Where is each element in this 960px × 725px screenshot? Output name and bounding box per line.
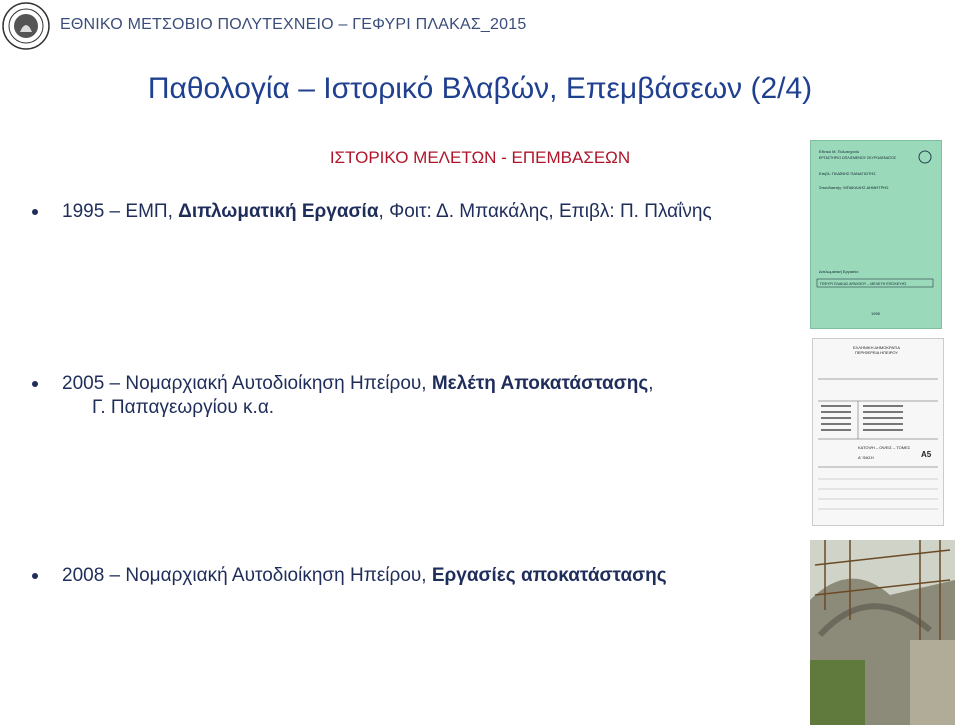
bullet-text: 2008 – Νομαρχιακή Αυτοδιοίκηση Ηπείρου, — [62, 565, 432, 586]
header-title: ΕΘΝΙΚΟ ΜΕΤΣΟΒΙΟ ΠΟΛΥΤΕΧΝΕΙΟ – ΓΕΦΥΡΙ ΠΛΑ… — [60, 16, 527, 33]
university-seal-logo — [2, 2, 50, 50]
bullet-text-line2: Γ. Παπαγεωργίου κ.α. — [92, 397, 275, 418]
sheet-line: Α' ΦΑΣΗ — [858, 455, 874, 460]
thesis-line: Σπουδαστής: ΜΠΑΚΑΛΗΣ ΔΗΜΗΤΡΗΣ — [819, 185, 889, 190]
sheet-line: Α5 — [921, 450, 932, 459]
sheet-line: ΚΑΤΟΨΗ – ΟΨΕΙΣ – ΤΟΜΕΣ — [858, 445, 911, 450]
bullet-text: 1995 – ΕΜΠ, — [62, 201, 179, 222]
restoration-photo — [810, 540, 955, 725]
bullet-bold-text: Μελέτη Αποκατάστασης — [431, 373, 649, 394]
bullet-bold-text: Διπλωματική Εργασία — [178, 201, 379, 222]
page-title: Παθολογία – Ιστορικό Βλαβών, Επεμβάσεων … — [147, 72, 813, 105]
bullet-text-post: , Φοιτ: Δ. Μπακάλης, Επιβλ: Π. Πλαΐνης — [378, 201, 712, 222]
bullet-bold-text: Εργασίες αποκατάστασης — [431, 565, 667, 586]
study-sheet-image: ΕΛΛΗΝΙΚΗ ΔΗΜΟΚΡΑΤΙΑ ΠΕΡΙΦΕΡΕΙΑ ΗΠΕΙΡΟΥ Κ… — [812, 338, 944, 526]
thesis-line: Εθνικό Μ. Πολυτεχνείο — [819, 149, 860, 154]
thesis-cover-image: Εθνικό Μ. Πολυτεχνείο ΕΡΓΑΣΤΗΡΙΟ ΩΠΛΙΣΜΕ… — [810, 140, 942, 329]
thesis-line: Διπλωματική Εργασία: — [819, 269, 859, 274]
thesis-line: 1995 — [871, 311, 881, 316]
bullet-text: 2005 – Νομαρχιακή Αυτοδιοίκηση Ηπείρου, — [62, 373, 432, 394]
sheet-line: ΠΕΡΙΦΕΡΕΙΑ ΗΠΕΙΡΟΥ — [855, 350, 898, 355]
bullet-dot — [32, 573, 38, 579]
thesis-line: Επιβλ: ΠΛΑΪΝΗΣ ΠΑΝΑΓΙΩΤΗΣ — [819, 171, 876, 176]
thesis-line: ΕΡΓΑΣΤΗΡΙΟ ΩΠΛΙΣΜΕΝΟΥ ΣΚΥΡΟΔΕΜΑΤΟΣ — [819, 156, 897, 160]
thesis-line: ΓΕΦΥΡΙ ΠΛΑΚΑΣ ΑΡΑΧΘΟΥ – ΜΕΛΕΤΗ ΕΠΙΣΚΕΥΗΣ — [820, 282, 907, 286]
bullet-text-post: , — [648, 373, 654, 394]
bullet-dot — [32, 209, 38, 215]
bullet-dot — [32, 381, 38, 387]
